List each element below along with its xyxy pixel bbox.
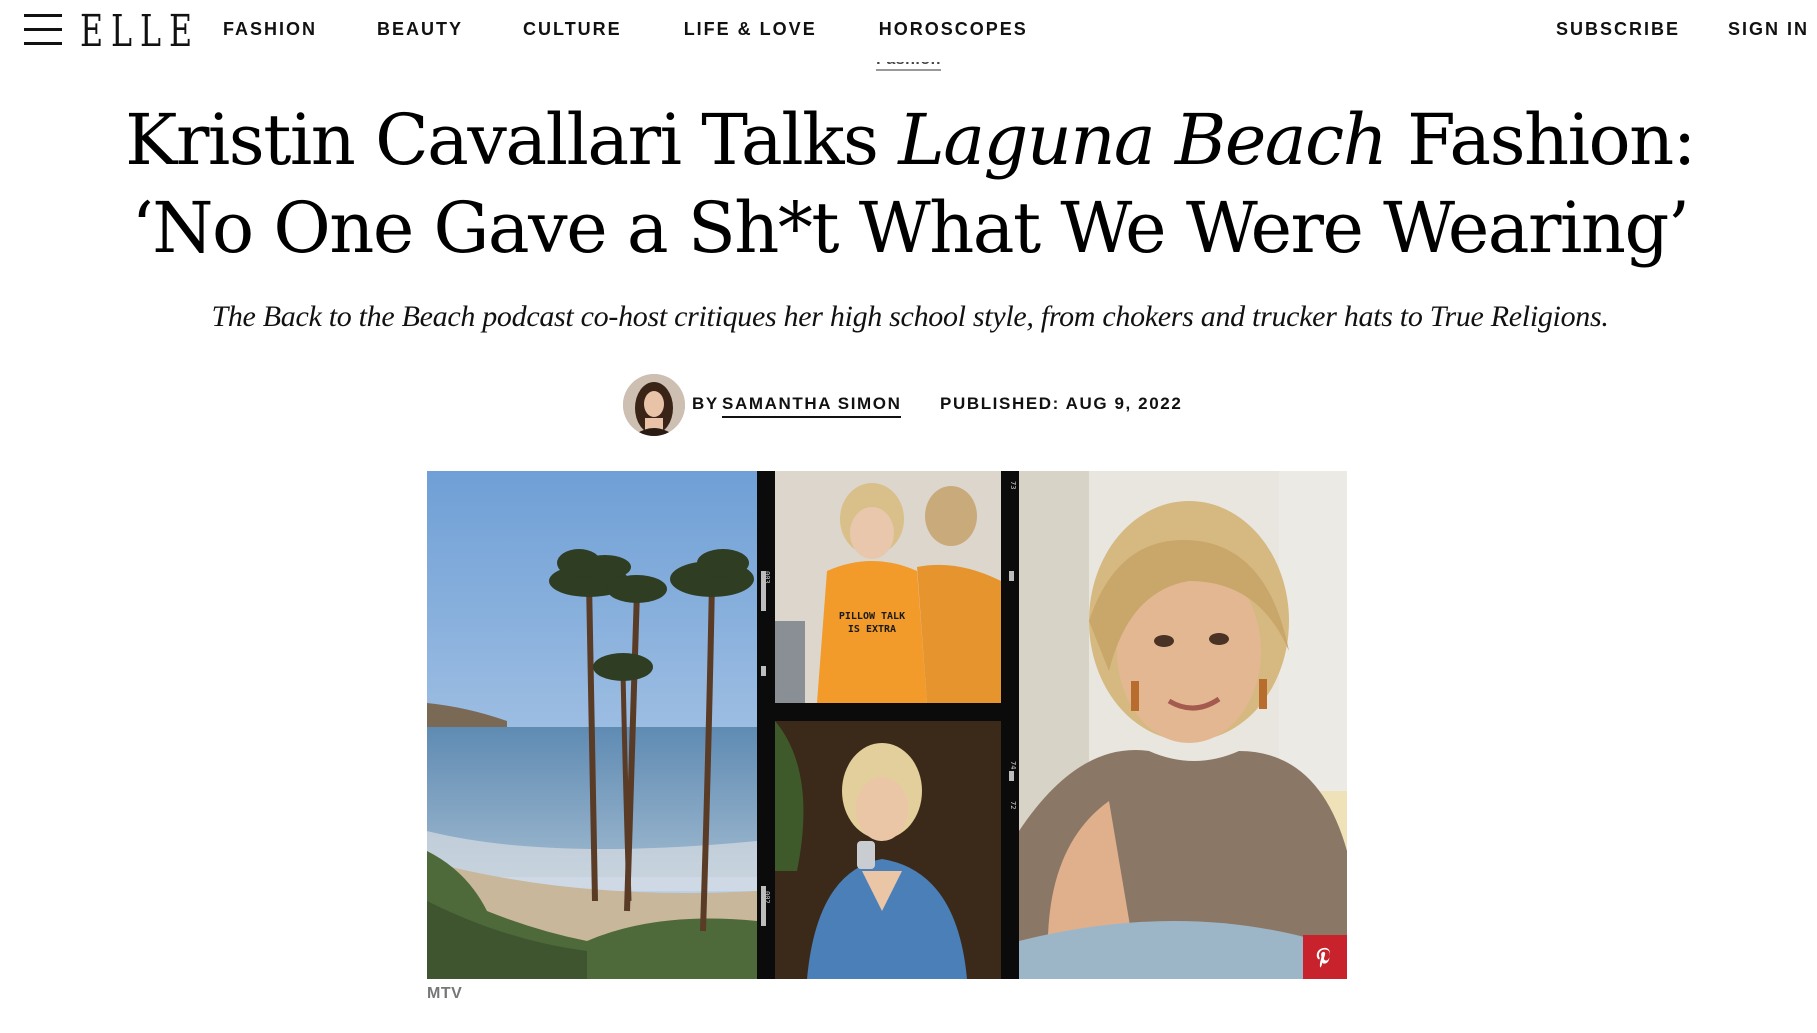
- nav-life-love[interactable]: LIFE & LOVE: [684, 19, 817, 40]
- title-part1: Kristin Cavallari Talks: [125, 99, 899, 181]
- by-label: BY: [692, 394, 719, 413]
- hero-image: PILLOW TALK IS EXTRA 003 002 73 74 72: [427, 471, 1347, 979]
- article-title: Kristin Cavallari Talks Laguna Beach Fas…: [60, 96, 1760, 272]
- film-mark-74: 74: [1009, 761, 1017, 769]
- article-dek: The Back to the Beach podcast co-host cr…: [211, 300, 1609, 333]
- contact-sheet-photo: PILLOW TALK IS EXTRA 003 002 73 74 72: [757, 471, 1019, 979]
- nav-beauty[interactable]: BEAUTY: [377, 19, 463, 40]
- menu-icon[interactable]: [24, 14, 62, 46]
- photo-credit: MTV: [427, 985, 463, 1002]
- header-actions: SUBSCRIBE SIGN IN: [1556, 19, 1817, 40]
- sign-in-link[interactable]: SIGN IN: [1728, 19, 1809, 40]
- portrait-photo: [1019, 471, 1347, 979]
- main-nav: FASHION BEAUTY CULTURE LIFE & LOVE HOROS…: [223, 19, 1028, 40]
- film-mark-72: 72: [1009, 801, 1017, 809]
- nav-fashion[interactable]: FASHION: [223, 19, 317, 40]
- subscribe-link[interactable]: SUBSCRIBE: [1556, 19, 1680, 40]
- pinterest-icon: [1316, 947, 1331, 968]
- title-italic: Laguna Beach: [898, 99, 1388, 181]
- author-link[interactable]: SAMANTHA SIMON: [722, 394, 902, 418]
- nav-culture[interactable]: CULTURE: [523, 19, 622, 40]
- shirt-text-2: IS EXTRA: [848, 624, 896, 635]
- elle-logo[interactable]: ELLE: [80, 6, 200, 57]
- pinterest-share-button[interactable]: [1303, 935, 1347, 979]
- film-mark-73: 73: [1009, 481, 1017, 489]
- nav-horoscopes[interactable]: HOROSCOPES: [879, 19, 1028, 40]
- author-avatar[interactable]: [623, 374, 685, 436]
- site-header: ELLE FASHION BEAUTY CULTURE LIFE & LOVE …: [0, 0, 1817, 62]
- publish-date: PUBLISHED: AUG 9, 2022: [940, 394, 1183, 413]
- beach-photo: [427, 471, 757, 979]
- byline: BY SAMANTHA SIMON PUBLISHED: AUG 9, 2022: [0, 374, 1817, 436]
- shirt-text-1: PILLOW TALK: [839, 611, 905, 622]
